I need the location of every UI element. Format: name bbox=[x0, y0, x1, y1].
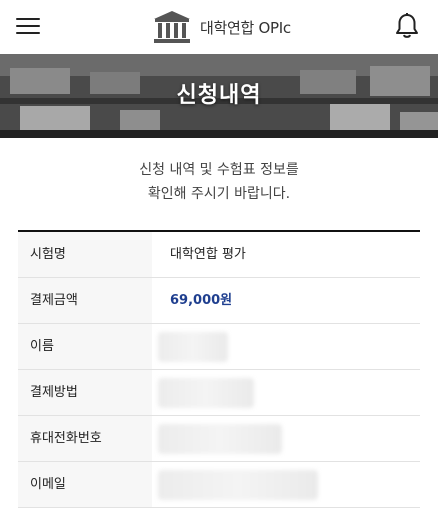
blurred-value bbox=[158, 470, 318, 500]
row-label: 결제방법 bbox=[18, 370, 152, 415]
table-row-email: 이메일 bbox=[18, 462, 420, 508]
blurred-value bbox=[158, 378, 254, 408]
row-value-redacted bbox=[152, 370, 420, 415]
page-title: 신청내역 bbox=[176, 83, 262, 108]
page-banner: 신청내역 bbox=[0, 54, 438, 138]
notice-line: 신청 내역 및 수험표 정보를 bbox=[139, 162, 299, 178]
row-label: 휴대전화번호 bbox=[18, 416, 152, 461]
blurred-value bbox=[158, 424, 282, 454]
row-value: 대학연합 평가 bbox=[170, 247, 246, 262]
price-value: 69,000원 bbox=[170, 293, 233, 308]
blurred-value bbox=[158, 332, 228, 362]
hamburger-menu-icon[interactable] bbox=[16, 16, 40, 36]
building-pillars-icon bbox=[154, 11, 190, 43]
bell-icon[interactable] bbox=[394, 12, 420, 40]
top-header: 대학연합 OPIc bbox=[0, 0, 438, 54]
row-value-redacted bbox=[152, 416, 420, 461]
row-value-redacted bbox=[152, 462, 420, 507]
row-label: 이름 bbox=[18, 324, 152, 369]
table-row-phone: 휴대전화번호 bbox=[18, 416, 420, 462]
logo-text: 대학연합 OPIc bbox=[200, 18, 291, 37]
table-row-name: 이름 bbox=[18, 324, 420, 370]
row-label: 결제금액 bbox=[18, 278, 152, 323]
notice-text: 신청 내역 및 수험표 정보를 확인해 주시기 바랍니다. bbox=[0, 158, 438, 206]
application-details-table: 시험명 대학연합 평가 결제금액 69,000원 이름 결제방법 휴대전화번호 … bbox=[18, 230, 420, 508]
row-value-redacted bbox=[152, 324, 420, 369]
table-row-payment-method: 결제방법 bbox=[18, 370, 420, 416]
notice-line: 확인해 주시기 바랍니다. bbox=[147, 186, 291, 202]
row-label: 이메일 bbox=[18, 462, 152, 507]
site-logo[interactable]: 대학연합 OPIc bbox=[152, 9, 291, 45]
table-row-exam-name: 시험명 대학연합 평가 bbox=[18, 232, 420, 278]
row-label: 시험명 bbox=[18, 232, 152, 277]
table-row-payment-amount: 결제금액 69,000원 bbox=[18, 278, 420, 324]
